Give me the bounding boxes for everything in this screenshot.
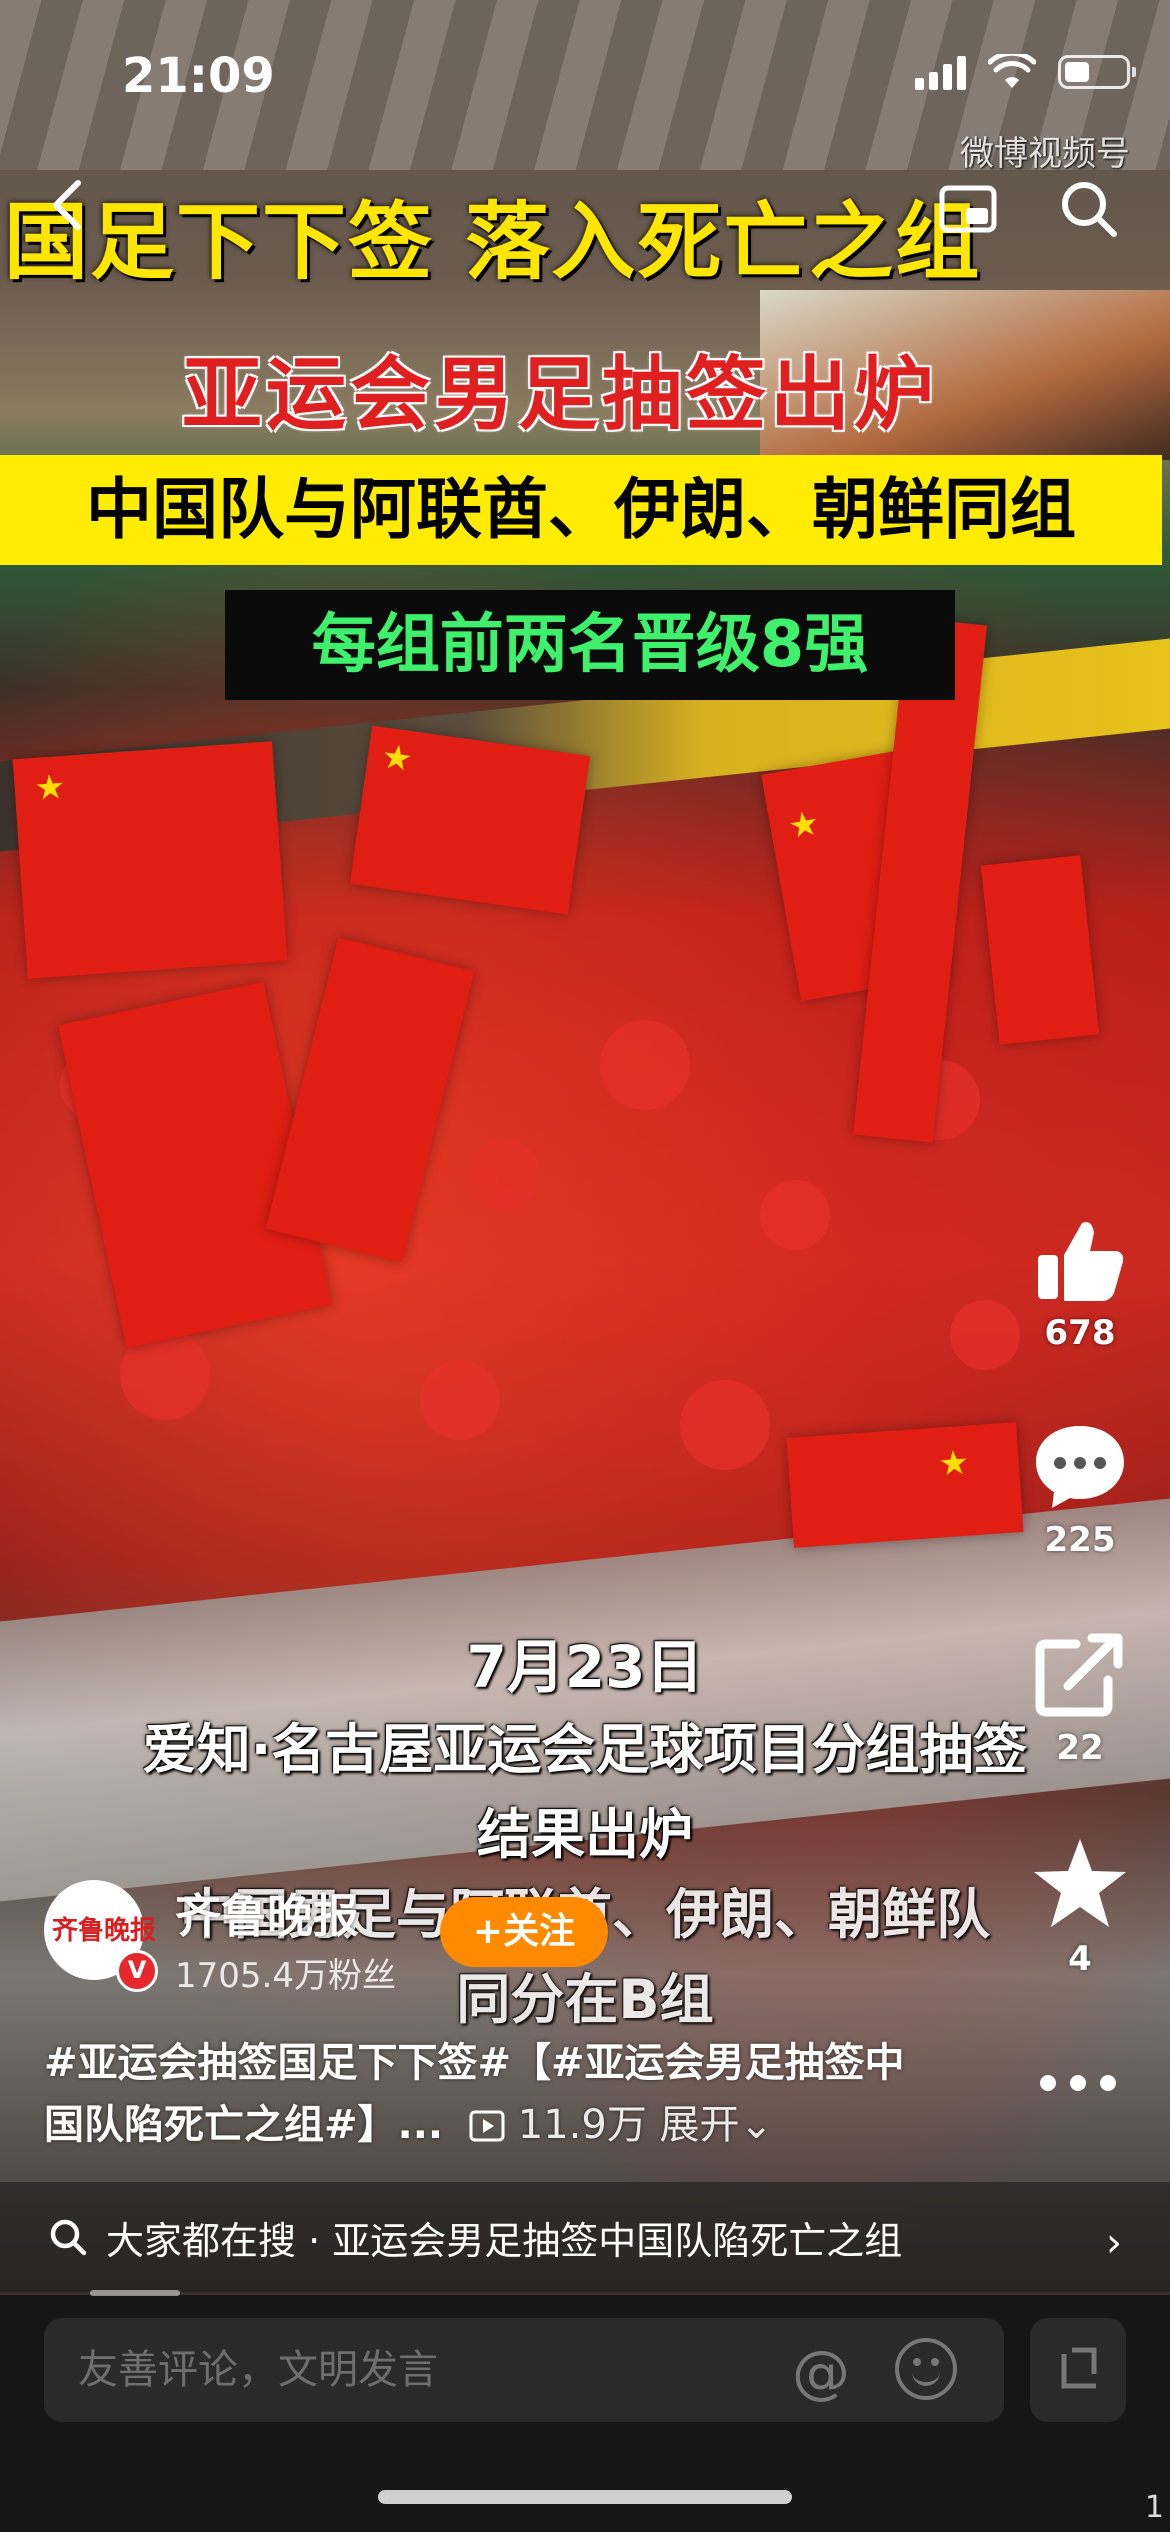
caption-advance: 每组前两名晋级8强: [225, 590, 955, 700]
play-count-icon: [469, 2110, 505, 2142]
follow-button[interactable]: +关注: [440, 1897, 608, 1967]
flag: [265, 937, 475, 1263]
view-count: 11.9万: [457, 2102, 660, 2148]
comment-bubble-icon: [1036, 1426, 1124, 1508]
mention-icon[interactable]: @: [792, 2338, 850, 2406]
back-icon[interactable]: [40, 175, 100, 235]
flag: ★: [12, 741, 288, 979]
battery-icon: [1058, 55, 1136, 89]
video-progress-bar[interactable]: [90, 2290, 180, 2296]
star-icon: [1034, 1839, 1126, 1927]
wifi-icon: [988, 54, 1036, 88]
expand-label: 展开: [659, 2102, 740, 2148]
search-icon: [50, 2219, 87, 2256]
avatar-logo: 齐鲁晚报: [52, 1916, 157, 1946]
status-icons: [915, 54, 1136, 90]
cellular-signal-icon: [915, 54, 966, 90]
flag: ★: [786, 1422, 1024, 1548]
emoji-icon[interactable]: [895, 2338, 957, 2400]
favorite-button[interactable]: 4: [1030, 1835, 1130, 1979]
weibo-video-watermark: 微博视频号: [960, 134, 1130, 174]
flag: [980, 855, 1100, 1045]
expand-link[interactable]: 展开⌄: [660, 2102, 774, 2148]
thumbs-up-icon: [1038, 1222, 1124, 1301]
corner-number: 1: [1144, 2490, 1164, 2525]
search-icon[interactable]: [1056, 176, 1122, 242]
chevron-right-icon: ›: [1106, 2220, 1122, 2266]
home-indicator: [378, 2490, 792, 2504]
picture-in-picture-icon[interactable]: [936, 178, 1000, 242]
share-count: 22: [1056, 1728, 1104, 1768]
hot-search-text: 大家都在搜 · 亚运会男足抽签中国队陷死亡之组: [106, 2218, 903, 2263]
hot-search-bar[interactable]: 大家都在搜 · 亚运会男足抽签中国队陷死亡之组 ›: [0, 2182, 1170, 2292]
status-time: 21:09: [122, 48, 275, 104]
author-fans: 1705.4万粉丝: [175, 1956, 396, 1996]
share-button[interactable]: 22: [1030, 1630, 1130, 1768]
more-options-icon[interactable]: [1040, 2075, 1116, 2091]
flag: ★: [349, 725, 591, 915]
view-count-value: 11.9万: [517, 2102, 647, 2148]
subtitle-date: 7月23日: [466, 1633, 704, 1701]
like-button[interactable]: 678: [1030, 1215, 1130, 1353]
author-name[interactable]: 齐鲁晚报: [175, 1880, 359, 1946]
fullscreen-comment-button[interactable]: [1030, 2318, 1126, 2422]
comment-button[interactable]: 225: [1030, 1420, 1130, 1560]
share-icon: [1035, 1633, 1123, 1717]
like-count: 678: [1044, 1313, 1116, 1353]
subtitle-line: 结果出炉: [477, 1803, 693, 1866]
chevron-down-icon: ⌄: [739, 2102, 774, 2148]
expand-icon: [1061, 2347, 1097, 2389]
video-description[interactable]: #亚运会抽签国足下下签#【#亚运会男足抽签中国队陷死亡之组#】... 11.9万…: [44, 2032, 924, 2156]
verified-badge-icon: V: [116, 1950, 158, 1992]
avatar[interactable]: 齐鲁晚报 V: [44, 1880, 158, 1992]
caption-groups: 中国队与阿联酋、伊朗、朝鲜同组: [0, 455, 1162, 565]
comment-input[interactable]: 友善评论，文明发言: [44, 2318, 1004, 2422]
caption-subhead: 亚运会男足抽签出炉: [182, 348, 938, 441]
favorite-count: 4: [1068, 1939, 1092, 1979]
comment-count: 225: [1044, 1520, 1116, 1560]
subtitle-line: 爱知·名古屋亚运会足球项目分组抽签: [142, 1718, 1028, 1781]
